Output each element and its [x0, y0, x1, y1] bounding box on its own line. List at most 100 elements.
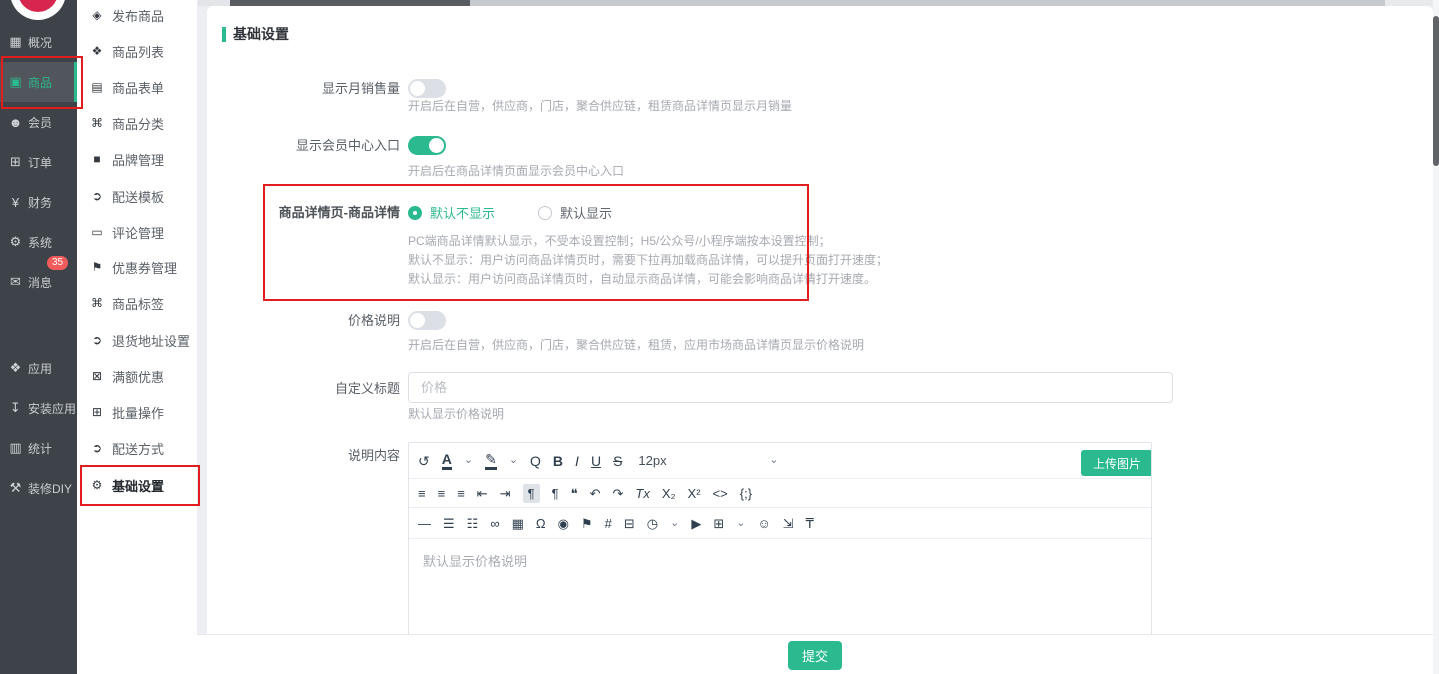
submenu-item-label: 商品标签 [112, 294, 164, 313]
subscript-icon[interactable]: X₂ [662, 487, 676, 500]
submenu-item-return-address[interactable]: ➲退货地址设置 [77, 322, 197, 358]
submenu-item-product-tags[interactable]: ⌘商品标签 [77, 285, 197, 321]
strikethrough-icon[interactable]: S [613, 454, 622, 468]
custom-title-help: 默认显示价格说明 [408, 405, 504, 424]
orders-cart-icon: ⊞ [8, 154, 23, 170]
text-color-chevron-icon[interactable]: ⌄ [464, 455, 473, 466]
custom-title-input[interactable] [408, 372, 1173, 403]
code-icon[interactable]: <> [713, 487, 728, 500]
insert-datetime-icon[interactable]: ◷ [647, 517, 658, 530]
submenu-item-delivery-method[interactable]: ➲配送方式 [77, 430, 197, 466]
clear-formatting-icon[interactable]: Tx [635, 487, 649, 500]
bullet-list-icon[interactable]: ☰ [443, 517, 455, 530]
submenu-item-batch-operations[interactable]: ⊞批量操作 [77, 394, 197, 430]
submenu-item-comment-management[interactable]: ▭评论管理 [77, 214, 197, 250]
scrollbar-thumb[interactable] [1433, 16, 1439, 166]
sidebar-item-overview[interactable]: ▦概况 [0, 22, 77, 62]
submenu-item-publish-product[interactable]: ◈发布商品 [77, 0, 197, 33]
undo-icon[interactable]: ↶ [590, 487, 601, 500]
print-icon[interactable]: ⊟ [624, 517, 635, 530]
sidebar-item-products[interactable]: ▣商品 [0, 62, 77, 102]
special-character-icon[interactable]: Ω [536, 517, 546, 530]
section-accent-bar [222, 27, 226, 42]
indent-icon[interactable]: ⇥ [500, 487, 511, 500]
highlight-color-chevron-icon[interactable]: ⌄ [509, 455, 518, 466]
sidebar-item-system[interactable]: ⚙系统 [0, 222, 77, 262]
apps-icon: ❖ [8, 360, 23, 376]
radio-default-show-label[interactable]: 默认显示 [560, 203, 612, 222]
store-logo-inner [18, 0, 58, 12]
submenu-item-delivery-template[interactable]: ➲配送模板 [77, 178, 197, 214]
anchor-bookmark-icon[interactable]: ⚑ [581, 517, 593, 530]
underline-icon[interactable]: U [591, 454, 601, 468]
search-icon[interactable]: Q [530, 454, 541, 468]
radio-default-hide[interactable] [408, 206, 422, 220]
member-center-help: 开启后在商品详情页面显示会员中心入口 [408, 162, 624, 181]
sidebar-item-install-apps[interactable]: ↧安装应用 [0, 388, 77, 428]
numbered-list-icon[interactable]: ☷ [467, 517, 479, 530]
submenu-item-label: 评论管理 [112, 223, 164, 242]
ltr-paragraph-icon[interactable]: ¶ [523, 484, 540, 503]
italic-icon[interactable]: I [575, 454, 579, 468]
link-icon[interactable]: ∞ [490, 517, 499, 530]
submenu-item-product-list[interactable]: ❖商品列表 [77, 33, 197, 69]
sidebar-item-apps[interactable]: ❖应用 [0, 348, 77, 388]
submenu-item-full-discount[interactable]: ⊠满额优惠 [77, 358, 197, 394]
outdent-icon[interactable]: ⇤ [477, 487, 488, 500]
sidebar-item-label: 财务 [28, 194, 52, 211]
submenu-item-coupon-management[interactable]: ⚑优惠券管理 [77, 249, 197, 285]
primary-sidebar: ▦概况 ▣商品 ☻会员 ⊞订单 ¥财务 ⚙系统 ✉消息 35 ❖应用 ↧安装应用… [0, 0, 77, 674]
radio-default-show[interactable] [538, 206, 552, 220]
restore-draft-icon[interactable]: ↺ [418, 454, 430, 468]
fullscreen-icon[interactable]: ⇲ [783, 517, 794, 530]
member-center-toggle[interactable] [408, 136, 446, 155]
font-size-select[interactable]: 12px ⌄ [638, 453, 778, 468]
store-logo-avatar[interactable] [10, 0, 66, 20]
insert-media-icon[interactable]: ▶ [691, 517, 701, 530]
submenu-item-product-category[interactable]: ⌘商品分类 [77, 105, 197, 141]
superscript-icon[interactable]: X² [688, 487, 701, 500]
sidebar-item-diy[interactable]: ⚒装修DIY [0, 468, 77, 508]
text-color-icon[interactable]: A [442, 452, 452, 470]
sidebar-item-finance[interactable]: ¥财务 [0, 182, 77, 222]
submit-button[interactable]: 提交 [788, 641, 842, 670]
radio-default-hide-label[interactable]: 默认不显示 [430, 203, 495, 222]
price-note-toggle[interactable] [408, 311, 446, 330]
redo-icon[interactable]: ↷ [612, 487, 623, 500]
align-right-icon[interactable]: ≡ [457, 487, 465, 500]
bold-icon[interactable]: B [553, 454, 563, 468]
page-scrollbar[interactable] [1433, 0, 1439, 674]
editor-content-area[interactable]: 默认显示价格说明 [409, 539, 1151, 639]
basic-settings-panel: 基础设置 显示月销售量 开启后在自营，供应商，门店，聚合供应链，租赁商品详情页显… [207, 6, 1433, 634]
insert-table-icon[interactable]: ⊞ [713, 517, 724, 530]
submenu-item-basic-settings[interactable]: ⚙基础设置 [77, 467, 197, 503]
preview-eye-icon[interactable]: ◉ [558, 517, 569, 530]
sidebar-item-members[interactable]: ☻会员 [0, 102, 77, 142]
datetime-chevron-icon[interactable]: ⌄ [670, 518, 679, 529]
monthly-sales-help: 开启后在自营，供应商，门店，聚合供应链，租赁商品详情页显示月销量 [408, 97, 792, 116]
rtl-paragraph-icon[interactable]: ¶ [552, 487, 559, 500]
emoticons-icon[interactable]: ☺ [757, 517, 770, 530]
blockquote-icon[interactable]: ❝ [571, 487, 578, 500]
sidebar-item-orders[interactable]: ⊞订单 [0, 142, 77, 182]
submenu-item-product-form[interactable]: ▤商品表单 [77, 69, 197, 105]
sidebar-item-statistics[interactable]: ▥统计 [0, 428, 77, 468]
align-center-icon[interactable]: ≡ [438, 487, 446, 500]
product-form-icon: ▤ [90, 80, 104, 94]
format-painter-icon[interactable]: ₸ [806, 517, 814, 530]
code-sample-icon[interactable]: {;} [740, 487, 752, 500]
horizontal-rule-icon[interactable]: — [418, 517, 431, 530]
editor-toolbar-row1: ↺ A ⌄ ✎ ⌄ Q B I U S 12px ⌄ 上传图片 [409, 443, 1151, 479]
submenu-item-brand-management[interactable]: ■品牌管理 [77, 141, 197, 177]
upload-image-button[interactable]: 上传图片 [1081, 450, 1152, 476]
font-size-value: 12px [638, 453, 666, 468]
insert-image-icon[interactable]: ▦ [512, 517, 524, 530]
highlight-color-icon[interactable]: ✎ [485, 452, 497, 470]
submenu-item-label: 配送模板 [112, 187, 164, 206]
overview-icon: ▦ [8, 34, 23, 50]
monthly-sales-toggle[interactable] [408, 79, 446, 98]
submenu-item-label: 商品列表 [112, 42, 164, 61]
page-break-icon[interactable]: # [605, 517, 612, 530]
align-left-icon[interactable]: ≡ [418, 487, 426, 500]
table-chevron-icon[interactable]: ⌄ [736, 518, 745, 529]
